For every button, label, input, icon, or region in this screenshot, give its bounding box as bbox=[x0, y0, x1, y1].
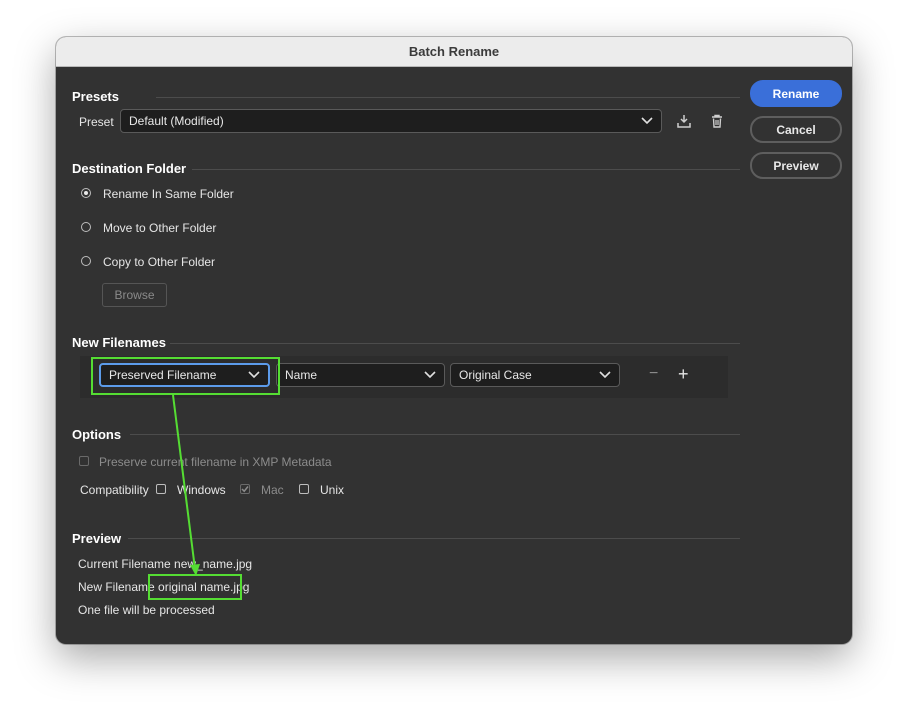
preset-select[interactable]: Default (Modified) bbox=[120, 109, 662, 133]
rename-button[interactable]: Rename bbox=[750, 80, 842, 107]
save-preset-icon[interactable] bbox=[676, 113, 692, 129]
preserve-filename-label: Preserve current filename in XMP Metadat… bbox=[99, 455, 332, 469]
chevron-down-icon bbox=[599, 371, 611, 379]
preview-button[interactable]: Preview bbox=[750, 152, 842, 179]
unix-label: Unix bbox=[320, 483, 345, 497]
browse-button[interactable]: Browse bbox=[102, 283, 167, 307]
destination-section-title: Destination Folder bbox=[72, 161, 187, 176]
options-divider bbox=[130, 434, 740, 435]
preview-divider bbox=[128, 538, 740, 539]
presets-divider bbox=[156, 97, 740, 98]
windows-label: Windows bbox=[177, 483, 226, 497]
cancel-button[interactable]: Cancel bbox=[750, 116, 842, 143]
filename-field-2-select[interactable]: Name bbox=[276, 363, 445, 387]
radio-move-other-folder[interactable] bbox=[81, 222, 91, 232]
filename-field-3-select[interactable]: Original Case bbox=[450, 363, 620, 387]
checkmark-icon bbox=[241, 486, 249, 493]
unix-checkbox[interactable] bbox=[299, 484, 309, 494]
batch-rename-dialog: Batch Rename Rename Cancel Preview Prese… bbox=[56, 37, 852, 644]
add-rule-button[interactable]: + bbox=[678, 364, 689, 385]
radio-label-rename-same-folder: Rename In Same Folder bbox=[103, 187, 234, 201]
chevron-down-icon bbox=[424, 371, 436, 379]
filename-field-3-value: Original Case bbox=[459, 368, 532, 382]
new-filename-label: New Filename bbox=[78, 580, 155, 594]
windows-checkbox[interactable] bbox=[156, 484, 166, 494]
destination-divider bbox=[192, 169, 740, 170]
preview-section-title: Preview bbox=[72, 531, 122, 546]
preset-label: Preset bbox=[79, 115, 114, 129]
radio-rename-same-folder[interactable] bbox=[81, 188, 91, 198]
preserve-filename-checkbox[interactable] bbox=[79, 456, 89, 466]
chevron-down-icon bbox=[641, 117, 653, 125]
remove-rule-button[interactable]: − bbox=[649, 365, 658, 383]
current-filename-label: Current Filename bbox=[78, 557, 171, 571]
current-filename-row: Current Filename new_name.jpg bbox=[78, 557, 252, 571]
current-filename-value: new_name.jpg bbox=[174, 557, 253, 571]
radio-label-move-other-folder: Move to Other Folder bbox=[103, 221, 217, 235]
window-title: Batch Rename bbox=[56, 37, 852, 67]
filename-field-2-value: Name bbox=[285, 368, 318, 382]
options-section-title: Options bbox=[72, 427, 122, 442]
mac-checkbox[interactable] bbox=[240, 484, 250, 494]
radio-label-copy-other-folder: Copy to Other Folder bbox=[103, 255, 216, 269]
new-filenames-divider bbox=[170, 343, 740, 344]
highlight-new-filename bbox=[148, 574, 242, 600]
delete-preset-icon[interactable] bbox=[709, 113, 725, 129]
mac-label: Mac bbox=[261, 483, 284, 497]
files-processed-note: One file will be processed bbox=[78, 603, 215, 617]
preset-value: Default (Modified) bbox=[129, 114, 224, 128]
compatibility-label: Compatibility bbox=[80, 483, 149, 497]
radio-copy-other-folder[interactable] bbox=[81, 256, 91, 266]
presets-section-title: Presets bbox=[72, 89, 119, 104]
highlight-preserved-filename bbox=[91, 357, 280, 395]
new-filenames-section-title: New Filenames bbox=[72, 335, 166, 350]
